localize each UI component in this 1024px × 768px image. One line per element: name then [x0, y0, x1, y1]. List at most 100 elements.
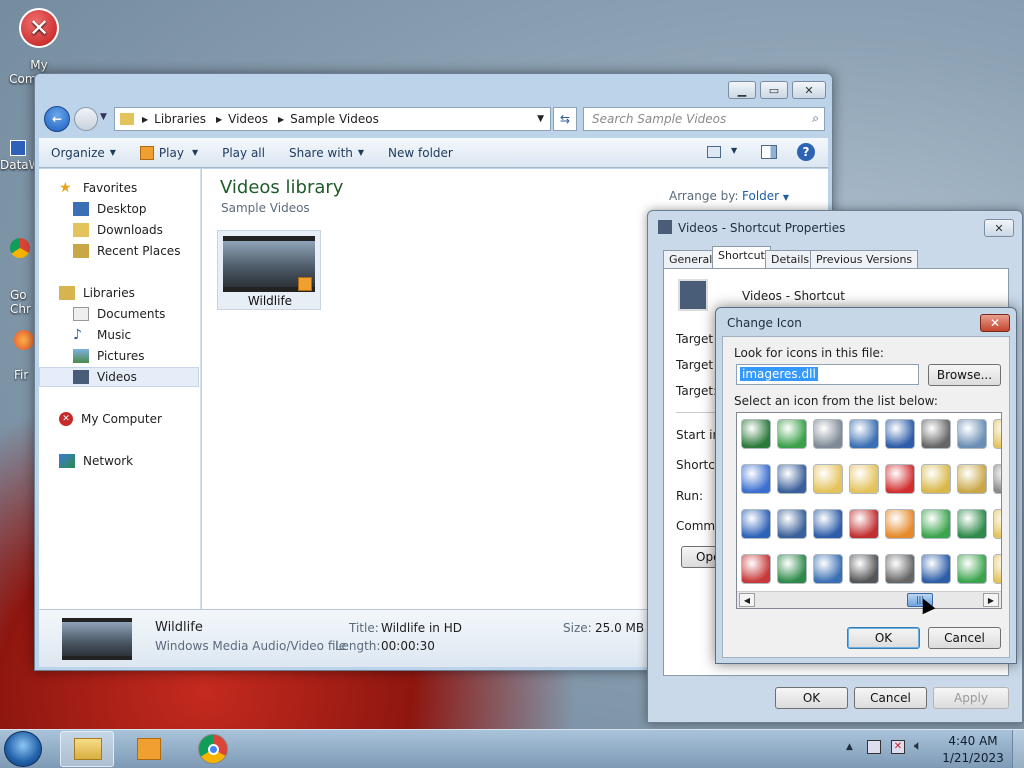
users-folder-icon[interactable]	[957, 464, 987, 494]
nav-downloads[interactable]: Downloads	[39, 220, 199, 240]
folder-icon[interactable]	[993, 419, 1001, 449]
folder3-icon[interactable]	[993, 554, 1001, 584]
cancel-button[interactable]: Cancel	[928, 627, 1001, 649]
refresh-button[interactable]: ⇆	[553, 107, 577, 131]
check-icon[interactable]	[777, 419, 807, 449]
arrange-by-dropdown[interactable]: Folder ▼	[742, 189, 789, 203]
volume-icon[interactable]: 🔈︎	[914, 738, 922, 754]
nav-videos[interactable]: Videos	[39, 367, 199, 387]
tab-general[interactable]: General	[663, 250, 719, 270]
breadcrumb-videos[interactable]: Videos	[228, 112, 268, 126]
tab-details[interactable]: Details	[765, 250, 816, 270]
show-desktop-button[interactable]	[1012, 730, 1024, 768]
speaker-icon[interactable]	[921, 554, 951, 584]
taskbar-explorer-button[interactable]	[60, 731, 114, 767]
browse-button[interactable]: Browse...	[928, 364, 1001, 386]
printer-icon[interactable]	[849, 554, 879, 584]
desktop-icon-firefox[interactable]: Fir	[14, 330, 36, 382]
checklist-icon[interactable]	[849, 419, 879, 449]
details-title-value[interactable]: Wildlife in HD	[381, 621, 462, 635]
folder-tasks-icon[interactable]	[849, 464, 879, 494]
folder2-icon[interactable]	[993, 509, 1001, 539]
close-button[interactable]: ✕	[980, 314, 1010, 332]
ok-button[interactable]: OK	[775, 687, 848, 709]
screen-colors-icon[interactable]	[741, 464, 771, 494]
media-player-badge-icon	[298, 277, 312, 291]
globe-icon[interactable]	[957, 509, 987, 539]
text-doc-icon[interactable]	[777, 464, 807, 494]
address-dropdown[interactable]: ▼	[537, 114, 544, 124]
show-hidden-icons-button[interactable]: ▲	[846, 742, 853, 752]
nav-music[interactable]: ♪ Music	[39, 325, 199, 345]
organize-button[interactable]: Organize ▼	[39, 138, 128, 167]
breadcrumb-sample-videos[interactable]: Sample Videos	[290, 112, 379, 126]
photo-doc-icon[interactable]	[813, 554, 843, 584]
help-icon[interactable]: ?	[797, 143, 815, 161]
power-icon[interactable]	[741, 554, 771, 584]
ok-button[interactable]: OK	[847, 627, 920, 649]
red-x-icon[interactable]	[885, 464, 915, 494]
nav-libraries[interactable]: Libraries	[39, 283, 199, 303]
breadcrumb-libraries[interactable]: Libraries	[154, 112, 206, 126]
nav-desktop[interactable]: Desktop	[39, 199, 199, 219]
music-add-icon[interactable]	[957, 554, 987, 584]
cabinet-icon[interactable]	[813, 419, 843, 449]
folder-zip-icon[interactable]	[813, 464, 843, 494]
play-all-button[interactable]: Play all	[210, 138, 277, 167]
font-doc-icon[interactable]	[777, 509, 807, 539]
new-folder-button[interactable]: New folder	[376, 138, 465, 167]
zip-icon[interactable]	[921, 464, 951, 494]
close-button[interactable]: ✕	[984, 219, 1014, 237]
cd-icon[interactable]	[993, 464, 1001, 494]
dvd-r-icon[interactable]	[885, 554, 915, 584]
cancel-button[interactable]: Cancel	[854, 687, 927, 709]
share-with-button[interactable]: Share with ▼	[277, 138, 376, 167]
tab-shortcut[interactable]: Shortcut	[712, 246, 771, 269]
apply-button[interactable]: Apply	[933, 687, 1009, 709]
taskbar-media-player-button[interactable]	[123, 731, 177, 767]
search-input[interactable]: Search Sample Videos	[592, 112, 726, 126]
taskbar-chrome-button[interactable]	[186, 731, 240, 767]
disconnect-icon[interactable]	[849, 509, 879, 539]
back-button[interactable]: ←	[44, 106, 70, 132]
nav-favorites[interactable]: ★ Favorites	[39, 178, 199, 198]
nav-recent-places[interactable]: Recent Places	[39, 241, 199, 261]
action-center-icon[interactable]	[867, 740, 881, 754]
monitor-icon[interactable]	[741, 419, 771, 449]
recycle-green-icon[interactable]	[921, 509, 951, 539]
close-button[interactable]: ✕	[792, 81, 826, 99]
forward-button[interactable]	[74, 107, 98, 131]
address-bar[interactable]: ▶ Libraries ▶ Videos ▶ Sample Videos ▼	[114, 107, 551, 131]
nav-pictures[interactable]: Pictures	[39, 346, 199, 366]
scroll-left-arrow[interactable]: ◀	[739, 593, 755, 607]
horizontal-scrollbar[interactable]: ◀ ||| ▶	[737, 591, 1001, 608]
icon-list[interactable]	[736, 412, 1002, 609]
view-options-icon[interactable]	[707, 146, 721, 158]
maximize-button[interactable]: ▭	[760, 81, 788, 99]
minimize-button[interactable]: ▁	[728, 81, 756, 99]
desktop-icon-chrome[interactable]: Go Chr	[10, 224, 36, 330]
shortcut-arrow-icon[interactable]	[813, 509, 843, 539]
recent-pages-dropdown[interactable]: ▼	[100, 112, 107, 122]
download-arrow-icon[interactable]	[885, 419, 915, 449]
desktop-icon-dataw[interactable]: DataW	[0, 140, 36, 172]
view-dropdown[interactable]: ▼	[731, 146, 737, 155]
file-item[interactable]: Wildlife	[217, 230, 321, 310]
search-box[interactable]: Search Sample Videos ⌕	[583, 107, 825, 131]
network-status-icon[interactable]: ✕	[891, 740, 905, 754]
start-button[interactable]	[4, 731, 42, 767]
nav-network[interactable]: Network	[39, 451, 199, 471]
scroll-right-arrow[interactable]: ▶	[983, 593, 999, 607]
network-pc-icon[interactable]	[741, 509, 771, 539]
tab-previous-versions[interactable]: Previous Versions	[810, 250, 919, 270]
icon-file-input[interactable]: imageres.dll	[736, 364, 919, 385]
nav-documents[interactable]: Documents	[39, 304, 199, 324]
play-button[interactable]: Play ▼	[128, 138, 210, 167]
magnifier-icon[interactable]	[957, 419, 987, 449]
preview-pane-icon[interactable]	[761, 145, 777, 159]
share-pc-icon[interactable]	[885, 509, 915, 539]
opera-doc-icon[interactable]	[777, 554, 807, 584]
clock[interactable]: 4:40 AM 1/21/2023	[938, 733, 1008, 767]
dvd-rw-icon[interactable]	[921, 419, 951, 449]
nav-my-computer[interactable]: ✕ My Computer	[39, 409, 199, 429]
